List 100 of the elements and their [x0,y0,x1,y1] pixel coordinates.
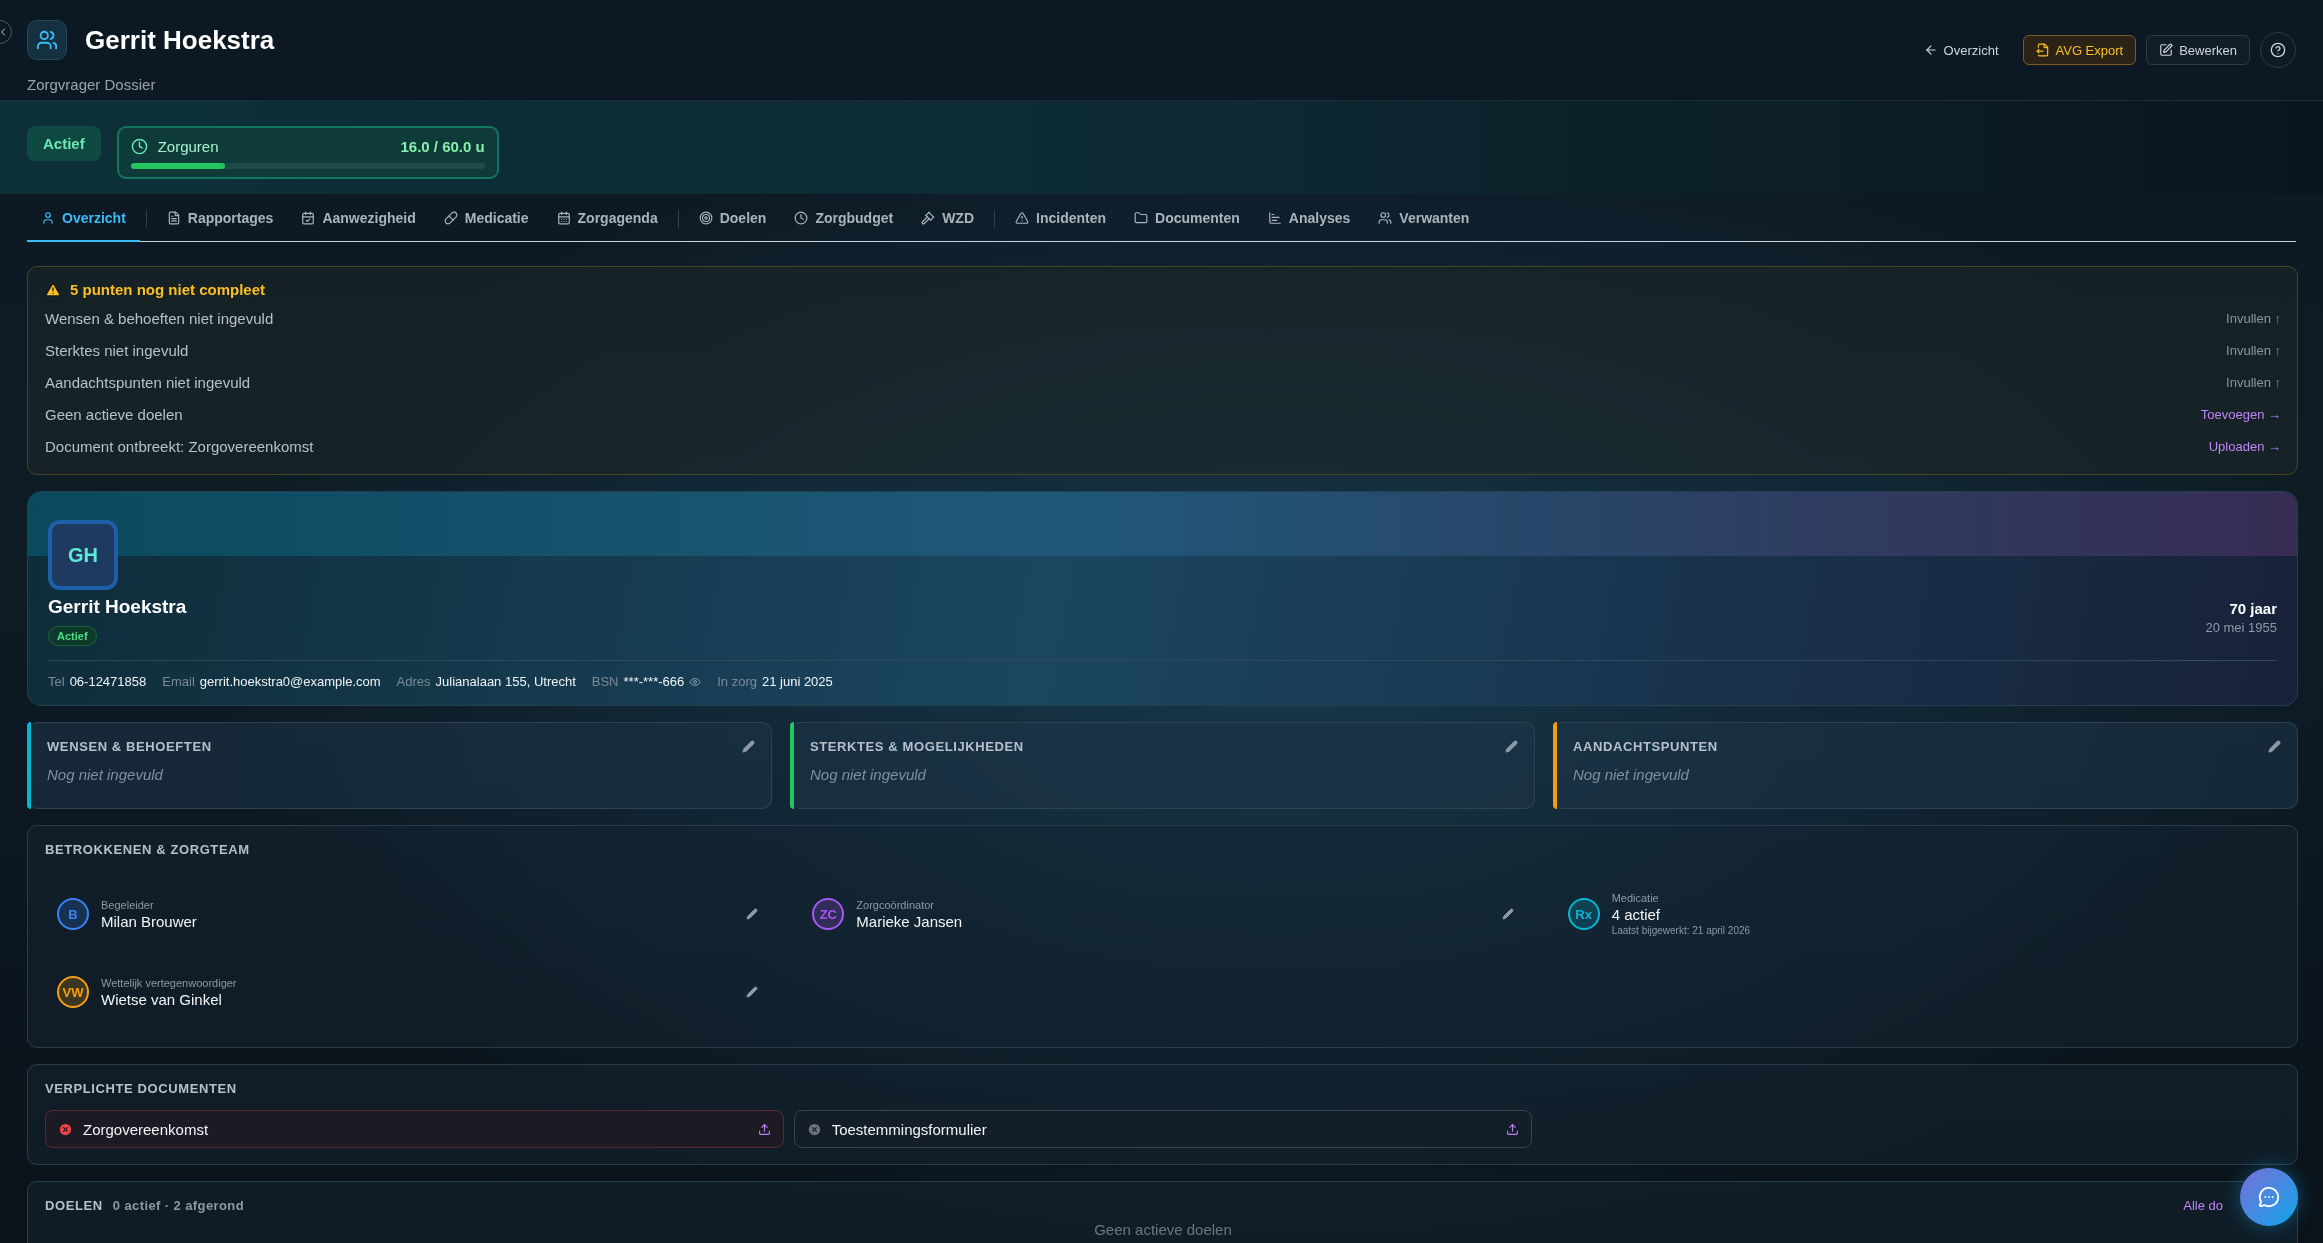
member-role: Wettelijk vertegenwoordiger [101,976,238,989]
warning-icon [45,281,61,298]
tab[interactable]: Zorgagenda [542,196,672,242]
detail-value: 06-12471858 [69,674,147,689]
alert-item-text: Aandachtspunten niet ingevuld [45,373,251,391]
meter-label: Zorguren [157,138,220,155]
alert-item-text: Document ontbreekt: Zorgovereenkomst [45,437,314,455]
status-badge: Actief [27,126,101,161]
document-name: Toestemmingsformulier [831,1120,988,1138]
detail-label: In zorg [717,674,757,689]
section-title: STERKTES & MOGELIJKHEDEN [810,739,1024,754]
tab[interactable]: Medicatie [429,196,543,242]
document-item[interactable]: Toestemmingsformulier [793,1110,1533,1148]
member-avatar: ZC [812,898,845,930]
section-title: VERPLICHTE DOCUMENTEN [45,1081,238,1096]
member-avatar: B [57,898,89,930]
calendar-check-icon [301,211,316,225]
tab[interactable]: Verwanten [1364,196,1484,242]
people-icon [27,20,67,60]
folder-icon [1134,211,1149,225]
page-title: Gerrit Hoekstra [85,24,275,56]
tab[interactable]: Overzicht [27,196,140,242]
profile-name: Gerrit Hoekstra [48,596,187,618]
member-note: Laatst bijgewerkt: 21 april 2026 [1611,925,1752,936]
person-icon [41,211,55,225]
alert-title: 5 punten nog niet compleet [70,281,265,298]
alert-action-link[interactable]: Invullen ↑ [2226,374,2281,390]
alert-action-link[interactable]: Invullen ↑ [2226,342,2281,358]
chat-button[interactable] [2240,1168,2298,1226]
section-title: WENSEN & BEHOEFTEN [47,739,212,754]
alert-action-link[interactable]: Toevoegen → [2200,406,2281,422]
alert-action-link[interactable]: Invullen ↑ [2226,310,2281,326]
all-goals-link[interactable]: Alle do [2183,1198,2223,1213]
detail-value: gerrit.hoekstra0@example.com [199,674,381,689]
tab[interactable]: Incidenten [1001,196,1121,242]
export-button[interactable]: AVG Export [2022,35,2137,65]
note-text: Nog niet ingevuld [1573,766,1690,783]
warning-icon [1015,211,1030,225]
edit-button[interactable]: Bewerken [2146,35,2250,65]
help-button[interactable] [2260,32,2296,68]
note-text: Nog niet ingevuld [47,766,164,783]
section-title: DOELEN [45,1198,103,1213]
member-avatar: VW [57,976,89,1008]
detail-label: Adres [396,674,431,689]
gavel-icon [921,211,936,225]
profile-age: 70 jaar [2228,600,2277,617]
detail-value: Julianalaan 155, Utrecht [435,674,576,689]
member-avatar: Rx [1567,898,1600,930]
eye-icon[interactable] [689,675,702,688]
alert-item-text: Sterktes niet ingevuld [45,341,189,359]
detail-value: 21 juni 2025 [761,674,833,689]
tab[interactable]: Documenten [1120,196,1254,242]
detail-label: BSN [591,674,619,689]
member-name: 4 actief [1611,906,1662,923]
document-name: Zorgovereenkomst [83,1120,210,1138]
clock-icon [130,138,148,155]
member-role: Medicatie [1611,892,1660,904]
member-name: Milan Brouwer [101,912,198,930]
document-icon [166,211,181,225]
calendar-icon [556,211,571,225]
detail-value: ***-***-666 [623,674,685,689]
section-title: AANDACHTSPUNTEN [1573,739,1718,754]
x-circle-icon [806,1121,822,1137]
target-icon [698,211,713,225]
meter-reading: 16.0 / 60.0 u [400,138,485,155]
page-subtitle: Zorgvrager Dossier [27,76,157,93]
tab[interactable]: Doelen [684,196,781,242]
tab[interactable]: Rapportages [152,196,288,242]
member-name: Marieke Jansen [856,912,964,930]
member-name: Wietse van Ginkel [101,990,223,1008]
avatar-initials: GH [48,520,118,590]
alert-item-text: Geen actieve doelen [45,405,183,423]
chat-icon [2258,1186,2280,1208]
member-role: Zorgcoördinator [856,898,935,911]
tab[interactable]: Analyses [1253,196,1365,242]
goals-summary: 0 actief · 2 afgerond [112,1198,245,1213]
clock-icon [794,211,809,225]
empty-message: Geen actieve doelen [1093,1221,1233,1238]
pill-icon [443,211,458,225]
member-role: Begeleider [101,898,155,911]
note-text: Nog niet ingevuld [810,766,927,783]
back-link[interactable]: Overzicht [1909,42,2013,58]
x-circle-icon [58,1121,73,1137]
help-icon [2270,42,2286,58]
people-icon [1378,211,1393,225]
alert-action-link[interactable]: Uploaden → [2208,438,2281,454]
document-item[interactable]: Zorgovereenkomst [45,1110,784,1148]
section-title: BETROKKENEN & ZORGTEAM [45,842,251,857]
tab[interactable]: Aanwezigheid [287,196,430,242]
arrow-left-icon [1923,43,1938,57]
bar-chart-icon [1267,211,1282,225]
detail-label: Email [162,674,195,689]
tab[interactable]: Zorgbudget [780,196,908,242]
alert-item-text: Wensen & behoeften niet ingevuld [45,309,274,327]
file-export-icon [2035,43,2050,57]
tab[interactable]: WZD [907,196,989,242]
status-badge: Actief [48,626,97,646]
detail-label: Tel [48,674,65,689]
edit-icon [2159,43,2174,57]
profile-birth-date: 20 mei 1955 [2205,620,2277,635]
